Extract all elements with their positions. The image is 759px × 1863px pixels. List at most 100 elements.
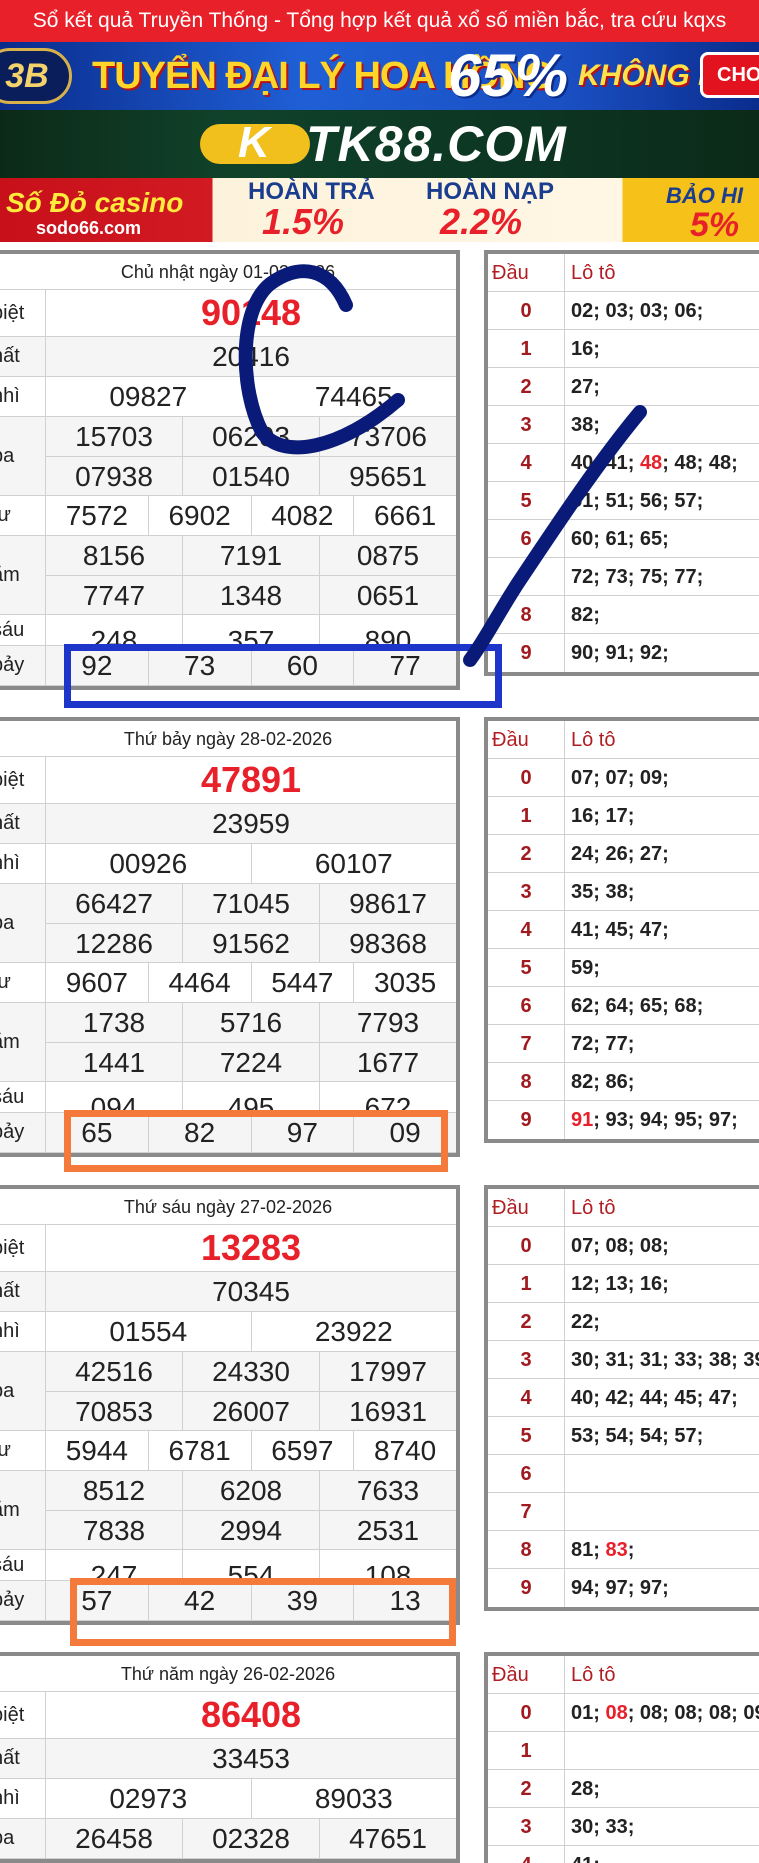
loto-values: 82; — [571, 604, 600, 626]
prize-number: 06203 — [183, 417, 320, 456]
prize-number: 39 — [252, 1581, 355, 1620]
prize-label: bảy — [0, 646, 46, 685]
loto-values: 30; 31; 31; 33; 38; 39 — [571, 1349, 759, 1371]
prize-number: 5447 — [252, 963, 355, 1002]
loto-head-label: Đầu — [488, 1656, 565, 1693]
prize-number: 09 — [389, 1117, 421, 1148]
loto-head-digit: 7 — [488, 1493, 565, 1530]
prize-label: biệt — [0, 290, 46, 336]
loto-row: 3 30; 31; 31; 33; 38; 39 — [488, 1341, 759, 1379]
prize-number: 02973 — [46, 1779, 252, 1818]
banner-percent: 65% — [448, 42, 569, 109]
prize-number: 4082 — [252, 496, 355, 535]
loto-head-label: Đầu — [488, 1189, 565, 1226]
prize-number: 65 — [46, 1113, 149, 1152]
loto-values: 35; 38; — [571, 881, 635, 903]
loto-head-digit: 5 — [488, 949, 565, 986]
sodo-casino-banner[interactable]: Số Đỏ casino sodo66.com HOÀN TRẢ 1.5% HO… — [0, 178, 759, 242]
prize-number: 8512 — [46, 1471, 183, 1510]
loto-head-digit: 4 — [488, 1846, 565, 1863]
site-header-title: Sổ kết quả Truyền Thống - Tổng hợp kết q… — [0, 0, 759, 42]
loto-row: 2 24; 26; 27; — [488, 835, 759, 873]
insurance-value: 5% — [690, 206, 740, 242]
prize-number: 8740 — [373, 1435, 437, 1466]
tk88-banner[interactable]: K TK88.COM — [0, 110, 759, 178]
prize-number: 86408 — [200, 1694, 302, 1735]
prize-number: 0651 — [356, 580, 420, 611]
loto-values: 07; 07; 09; — [571, 767, 669, 789]
banner-logo-badge: 3B — [0, 48, 72, 104]
prize-row-tu: tư960744645447 3035 — [0, 963, 456, 1003]
loto-values: 90; 91; 92; — [571, 642, 669, 664]
loto-head-digit: 3 — [488, 406, 565, 443]
draw-date: Chủ nhật ngày 01-03-2026 — [0, 254, 456, 290]
prize-row-ba: ba6642771045 98617 1228691562 98368 — [0, 884, 456, 963]
loto-row: 9 90; 91; 92; — [488, 634, 759, 672]
banner-play-button[interactable]: CHƠI — [700, 52, 759, 98]
prize-number: 9607 — [46, 963, 149, 1002]
loto-head-digit: 2 — [488, 1770, 565, 1807]
prize-number: 23922 — [314, 1316, 393, 1347]
loto-row: 0 02; 03; 03; 06; — [488, 292, 759, 330]
prize-number: 13283 — [200, 1227, 302, 1268]
loto-row: 8 82; — [488, 596, 759, 634]
prize-number: 26458 — [46, 1819, 183, 1858]
loto-head-digit: 3 — [488, 873, 565, 910]
prize-number: 7224 — [183, 1043, 320, 1081]
prize-number: 2994 — [183, 1511, 320, 1549]
loto-row: 5 59; — [488, 949, 759, 987]
loto-values: 41; — [565, 1846, 759, 1863]
prize-label: hất — [0, 1272, 46, 1311]
prize-number: 7838 — [46, 1511, 183, 1549]
loto-values: 24; 26; 27; — [571, 843, 669, 865]
prize-number: 0875 — [356, 540, 420, 571]
loto-row: 6 60; 61; 65; — [488, 520, 759, 558]
prize-number: 73 — [149, 646, 252, 685]
loto-values: 22; — [571, 1311, 600, 1333]
prize-row-dac_biet: biệt 90148 — [0, 290, 456, 337]
prize-number: 92 — [46, 646, 149, 685]
prize-number: 5716 — [183, 1003, 320, 1042]
loto-values: 59; — [571, 957, 600, 979]
prize-number: 7747 — [46, 576, 183, 614]
prize-number: 90148 — [200, 292, 302, 333]
deposit-bonus-value: 2.2% — [440, 201, 523, 242]
prize-table: Chủ nhật ngày 01-03-2026biệt 90148 hất 2041… — [0, 250, 460, 690]
loto-values: 72; 77; — [571, 1033, 635, 1055]
prize-row-ba: ba4251624330 17997 7085326007 16931 — [0, 1352, 456, 1431]
prize-label: bảy — [0, 1581, 46, 1620]
loto-values: 16; 17; — [571, 805, 635, 827]
tk88-logo-text: TK88.COM — [306, 116, 567, 172]
loto-values: 60; 61; 65; — [571, 528, 669, 550]
loto-head-digit: 7 — [488, 558, 565, 595]
prize-label: nhì — [0, 844, 46, 883]
prize-row-nhat: hất 20416 — [0, 337, 456, 377]
loto-values: 12; 13; 16; — [571, 1273, 669, 1295]
prize-label: nhì — [0, 1779, 46, 1818]
prize-number: 24330 — [183, 1352, 320, 1391]
loto-head-digit: 1 — [488, 1732, 565, 1769]
prize-number: 17997 — [349, 1356, 427, 1387]
prize-row-nam: ăm81567191 0875 77471348 0651 — [0, 536, 456, 615]
loto-row: 9 94; 97; 97; — [488, 1569, 759, 1607]
prize-table: Thứ bảy ngày 28-02-2026biệt 47891 hất 23959… — [0, 717, 460, 1157]
prize-label: ba — [0, 1352, 46, 1430]
loto-head-digit: 2 — [488, 368, 565, 405]
prize-row-tu: tư594467816597 8740 — [0, 1431, 456, 1471]
loto-values — [565, 1493, 759, 1530]
insurance-title: BẢO HI — [666, 183, 743, 208]
loto-head-digit: 1 — [488, 797, 565, 834]
prize-number: 01540 — [183, 457, 320, 495]
prize-number: 98617 — [349, 888, 427, 919]
agent-recruit-banner[interactable]: 3B TUYỂN ĐẠI LÝ HOA HỒNG 65% KHÔNG PHÍ C… — [0, 42, 759, 110]
loto-head-digit: 0 — [488, 1694, 565, 1731]
loto-row: 7 72; 77; — [488, 1025, 759, 1063]
prize-label: biệt — [0, 757, 46, 803]
loto-row: 6 — [488, 1455, 759, 1493]
prize-number: 95651 — [349, 461, 427, 492]
loto-head-digit: 9 — [488, 1101, 565, 1139]
prize-row-nam: ăm85126208 7633 78382994 2531 — [0, 1471, 456, 1550]
prize-label: ba — [0, 884, 46, 962]
prize-number: 23959 — [212, 808, 290, 839]
prize-number: 00926 — [46, 844, 252, 883]
